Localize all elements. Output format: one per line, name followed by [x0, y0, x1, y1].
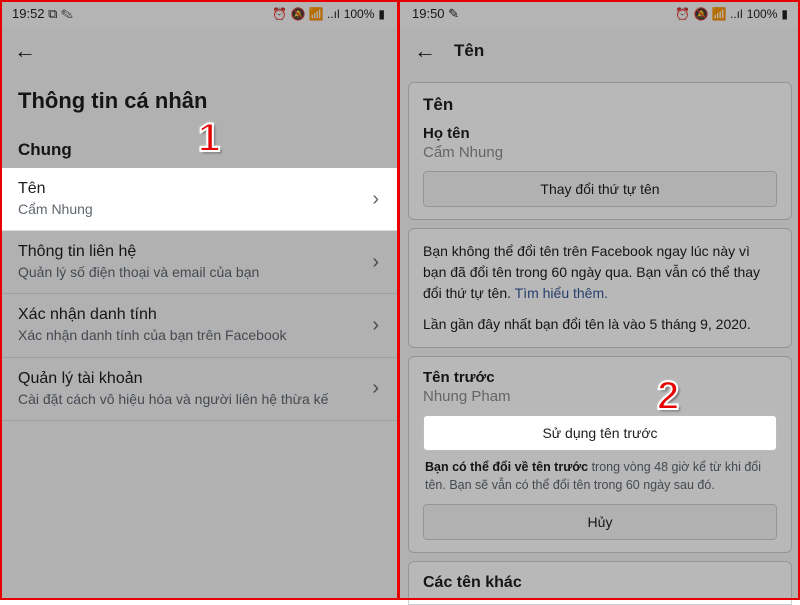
row-name[interactable]: Tên Cẩm Nhung ›: [0, 168, 397, 231]
row-account[interactable]: Quản lý tài khoản Cài đặt cách vô hiệu h…: [0, 358, 397, 421]
row-sub: Cài đặt cách vô hiệu hóa và người liên h…: [18, 390, 372, 408]
cancel-button[interactable]: Hủy: [423, 504, 777, 540]
other-names-section[interactable]: Các tên khác: [408, 561, 792, 605]
row-sub: Quản lý số điện thoại và email của bạn: [18, 263, 372, 281]
chevron-right-icon: ›: [372, 314, 379, 337]
use-previous-name-button[interactable]: Sử dụng tên trước: [423, 415, 777, 451]
status-time: 19:52 ⧉ ✎: [12, 6, 73, 22]
annotation-1: 1: [198, 116, 220, 161]
footnote: Bạn có thể đổi về tên trước trong vòng 4…: [423, 451, 777, 494]
header: ← Tên: [400, 28, 800, 74]
prevname-value: Nhung Pham: [423, 388, 777, 405]
status-icons: ⏰ 🔕 📶 ..ıl 100% ▮: [675, 7, 788, 21]
name-card: Tên Họ tên Cẩm Nhung Thay đổi thứ tự tên: [408, 82, 792, 220]
back-icon[interactable]: ←: [414, 38, 436, 64]
row-title: Thông tin liên hệ: [18, 243, 372, 261]
status-icons: ⏰ 🔕 📶 ..ıl 100% ▮: [272, 7, 385, 21]
name-settings-screen: 19:50 ✎ ⏰ 🔕 📶 ..ıl 100% ▮ ← Tên Tên Họ t…: [400, 0, 800, 600]
fullname-label: Họ tên: [423, 125, 777, 142]
row-sub: Xác nhận danh tính của bạn trên Facebook: [18, 326, 372, 344]
row-sub: Cẩm Nhung: [18, 200, 372, 218]
chevron-right-icon: ›: [372, 188, 379, 211]
fullname-value: Cẩm Nhung: [423, 144, 777, 161]
header: ←: [0, 28, 397, 74]
reorder-name-button[interactable]: Thay đổi thứ tự tên: [423, 171, 777, 207]
row-title: Tên: [18, 180, 372, 198]
status-time: 19:50 ✎: [412, 6, 459, 22]
info-box: Bạn không thể đổi tên trên Facebook ngay…: [408, 228, 792, 348]
row-title: Quản lý tài khoản: [18, 370, 372, 388]
chevron-right-icon: ›: [372, 377, 379, 400]
back-icon[interactable]: ←: [14, 38, 36, 64]
annotation-2: 2: [657, 374, 679, 419]
card-title: Tên: [423, 95, 777, 115]
chevron-right-icon: ›: [372, 251, 379, 274]
row-identity[interactable]: Xác nhận danh tính Xác nhận danh tính củ…: [0, 294, 397, 357]
status-bar: 19:52 ⧉ ✎ ⏰ 🔕 📶 ..ıl 100% ▮: [0, 0, 397, 28]
row-title: Xác nhận danh tính: [18, 306, 372, 324]
previous-name-card: Tên trước Nhung Pham Sử dụng tên trước B…: [408, 356, 792, 553]
status-bar: 19:50 ✎ ⏰ 🔕 📶 ..ıl 100% ▮: [400, 0, 800, 28]
header-title: Tên: [454, 41, 484, 61]
row-contact[interactable]: Thông tin liên hệ Quản lý số điện thoại …: [0, 231, 397, 294]
personal-info-screen: 19:52 ⧉ ✎ ⏰ 🔕 📶 ..ıl 100% ▮ ← Thông tin …: [0, 0, 400, 600]
learn-more-link[interactable]: Tìm hiểu thêm.: [515, 285, 608, 301]
prevname-label: Tên trước: [423, 369, 777, 386]
